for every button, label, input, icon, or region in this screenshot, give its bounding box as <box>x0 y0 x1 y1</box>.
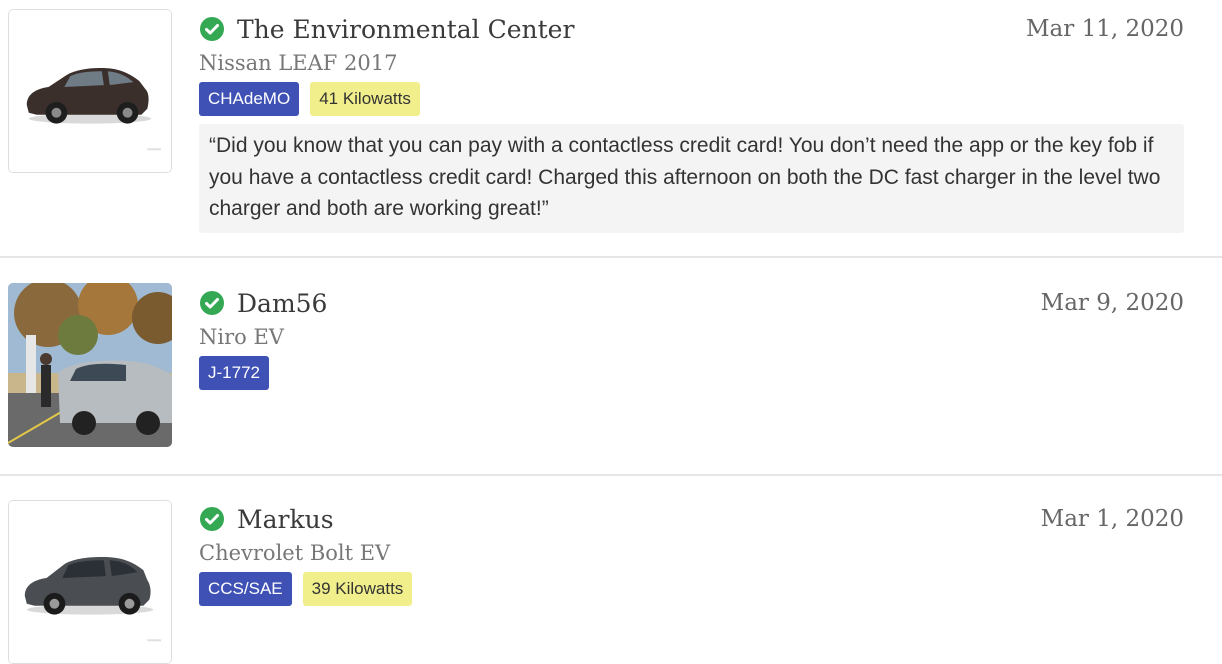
user-name[interactable]: Markus <box>237 505 334 534</box>
checkin-date: Mar 11, 2020 <box>1026 16 1184 42</box>
power-badge: 39 Kilowatts <box>302 572 413 606</box>
checkin-list: The Environmental Center Mar 11, 2020 Ni… <box>0 0 1222 664</box>
checkin-info: Dam56 Mar 9, 2020 Niro EV J-1772 <box>199 286 1184 390</box>
plug-type-badge: CHAdeMO <box>199 82 300 116</box>
checkin-item: Markus Mar 1, 2020 Chevrolet Bolt EV CCS… <box>0 476 1222 664</box>
vehicle-model: Niro EV <box>199 325 284 349</box>
user-name[interactable]: The Environmental Center <box>237 15 574 44</box>
vehicle-model: Nissan LEAF 2017 <box>199 51 398 75</box>
tag-row: CHAdeMO 41 Kilowatts <box>199 82 1184 116</box>
check-circle-icon <box>199 506 225 532</box>
checkin-info: Markus Mar 1, 2020 Chevrolet Bolt EV CCS… <box>199 502 1184 606</box>
checkin-info: The Environmental Center Mar 11, 2020 Ni… <box>199 12 1184 233</box>
checkin-date: Mar 9, 2020 <box>1040 290 1184 316</box>
vehicle-thumbnail[interactable] <box>8 9 172 173</box>
plug-type-badge: CCS/SAE <box>199 572 292 606</box>
vehicle-thumbnail[interactable] <box>8 500 172 664</box>
tag-row: J-1772 <box>199 356 1184 390</box>
checkin-date: Mar 1, 2020 <box>1040 506 1184 532</box>
car-photo-icon <box>9 501 171 663</box>
power-badge: 41 Kilowatts <box>310 82 420 116</box>
check-circle-icon <box>199 16 225 42</box>
car-photo-icon <box>9 10 171 172</box>
review-text: “Did you know that you can pay with a co… <box>199 124 1184 233</box>
checkin-item: Dam56 Mar 9, 2020 Niro EV J-1772 <box>0 258 1222 476</box>
plug-type-badge: J-1772 <box>199 356 269 390</box>
checkin-item: The Environmental Center Mar 11, 2020 Ni… <box>0 0 1222 258</box>
checkin-header: Markus <box>199 502 1184 536</box>
tag-row: CCS/SAE 39 Kilowatts <box>199 572 1184 606</box>
user-photo[interactable] <box>8 283 172 447</box>
checkin-header: Dam56 <box>199 286 1184 320</box>
photo-scene <box>8 283 172 447</box>
user-name[interactable]: Dam56 <box>237 289 327 318</box>
check-circle-icon <box>199 290 225 316</box>
vehicle-model: Chevrolet Bolt EV <box>199 541 391 565</box>
